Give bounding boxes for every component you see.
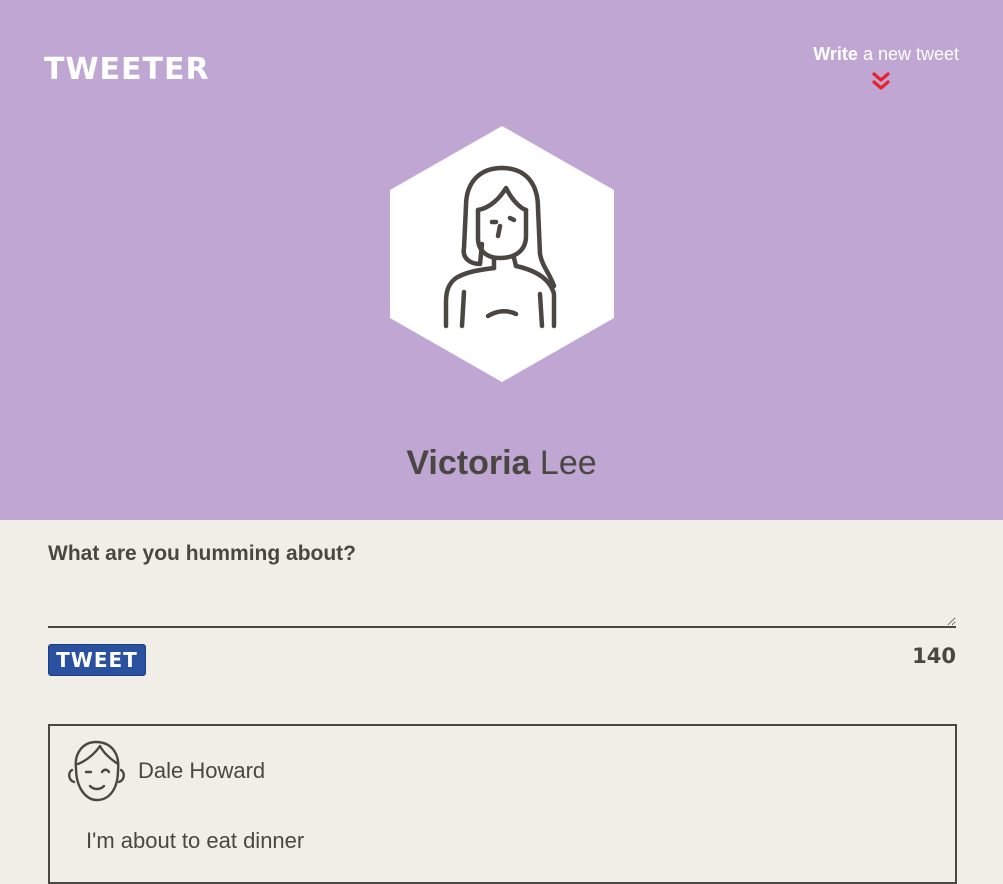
write-new-tweet-bold: Write — [813, 44, 858, 64]
double-chevron-down-icon[interactable] — [872, 72, 890, 92]
profile-last-name: Lee — [539, 444, 597, 482]
write-new-tweet-link[interactable]: Write a new tweet — [813, 44, 959, 65]
tweet-card: Dale Howard I'm about to eat dinner — [48, 724, 957, 884]
compose-label: What are you humming about? — [48, 542, 356, 565]
profile-first-name: Victoria — [406, 444, 531, 482]
brand-logo[interactable]: TWEETER — [44, 52, 210, 87]
compose-section: What are you humming about? TWEET 140 — [48, 542, 956, 676]
tweet-content: I'm about to eat dinner — [86, 828, 305, 853]
man-avatar-icon — [68, 740, 125, 802]
tweet-textarea[interactable] — [48, 588, 956, 628]
character-counter: 140 — [912, 644, 956, 668]
write-new-tweet-light: a new tweet — [862, 44, 959, 64]
tweet-button[interactable]: TWEET — [48, 644, 146, 676]
profile-avatar — [390, 126, 614, 382]
profile-header: TWEETER Write a new tweet Victoria Lee — [0, 0, 1003, 520]
tweet-author[interactable]: Dale Howard — [138, 758, 265, 784]
profile-name: Victoria Lee — [0, 444, 1003, 483]
